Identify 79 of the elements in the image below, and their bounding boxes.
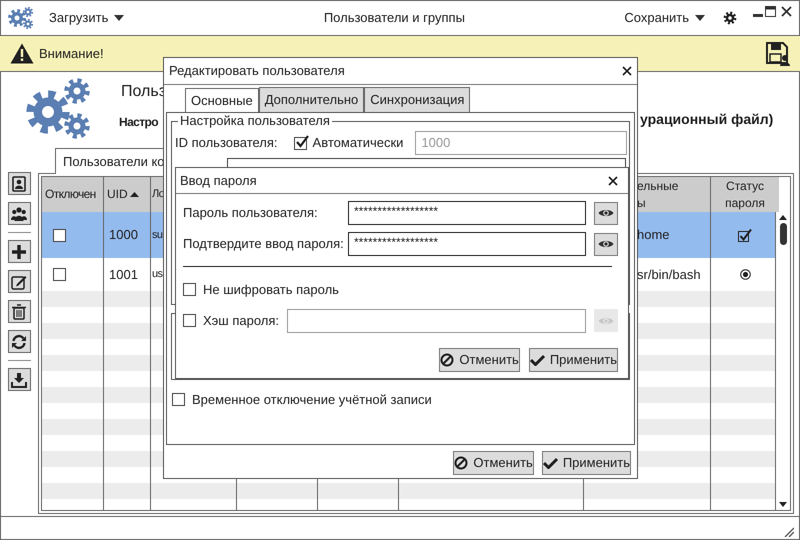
warning-icon bbox=[10, 43, 34, 64]
checkbox[interactable] bbox=[53, 268, 66, 281]
password-field[interactable]: ****************** bbox=[348, 201, 586, 225]
page-subtitle: Настро bbox=[119, 114, 160, 131]
checkbox-label: Временное отключение учётной записи bbox=[192, 391, 432, 409]
prohibited-icon bbox=[454, 456, 468, 470]
tab[interactable]: Основные bbox=[185, 88, 259, 113]
column-header[interactable]: Статус пароля bbox=[711, 178, 779, 212]
column-header: ельные ы bbox=[637, 178, 678, 212]
field-label: Подтвердите ввод пароля: bbox=[183, 235, 345, 254]
trash-button[interactable] bbox=[8, 300, 30, 323]
scrollbar-thumb[interactable] bbox=[780, 223, 786, 245]
close-icon[interactable] bbox=[608, 176, 618, 186]
plus-icon bbox=[11, 244, 27, 260]
tab[interactable]: Синхронизация bbox=[364, 87, 470, 112]
field-label: Пароль пользователя: bbox=[183, 204, 319, 222]
resize-grip-icon[interactable] bbox=[784, 527, 794, 537]
caret-icon bbox=[695, 14, 705, 20]
scrollbar[interactable] bbox=[775, 212, 790, 510]
dialog-title: Редактировать пользователя bbox=[169, 62, 346, 80]
plus-button[interactable] bbox=[8, 240, 30, 263]
refresh-icon bbox=[11, 334, 27, 350]
settings-icon[interactable] bbox=[723, 10, 737, 24]
checkmark-icon bbox=[542, 457, 558, 469]
show-password-button[interactable] bbox=[594, 232, 618, 256]
checkbox[interactable] bbox=[172, 393, 185, 406]
refresh-button[interactable] bbox=[8, 330, 30, 353]
contact-card-button[interactable] bbox=[8, 172, 30, 195]
group-title: Настройка пользователя bbox=[178, 114, 332, 128]
checkbox-label: Хэш пароля: bbox=[203, 312, 280, 330]
prohibited-icon bbox=[440, 352, 454, 366]
checkmark-icon bbox=[530, 354, 545, 366]
close-icon[interactable] bbox=[622, 66, 632, 76]
table-cell-text: sr/bin/bash bbox=[637, 266, 701, 284]
table-cell-text: us bbox=[152, 267, 162, 282]
checkbox-label: Автоматически bbox=[312, 134, 404, 152]
eye-icon bbox=[598, 208, 614, 218]
trash-icon bbox=[11, 304, 27, 320]
maximize-icon[interactable] bbox=[765, 6, 776, 17]
cancel-button[interactable]: Отменить bbox=[439, 348, 520, 372]
table-cell-text: su bbox=[152, 228, 162, 243]
window-title: Пользователи и группы bbox=[324, 8, 465, 27]
table-cell-text: 1000 bbox=[109, 226, 138, 244]
apply-button[interactable]: Применить bbox=[528, 348, 618, 372]
page-subtitle: урационный файл) bbox=[640, 110, 774, 129]
edit-button[interactable] bbox=[8, 270, 30, 293]
dialog-title: Ввод пароля bbox=[180, 172, 258, 190]
caret-icon bbox=[114, 14, 124, 20]
show-password-button[interactable] bbox=[594, 202, 618, 224]
warning-text: Внимание! bbox=[39, 44, 104, 63]
load-menu[interactable]: Загрузить bbox=[49, 8, 124, 28]
apply-button[interactable]: Применить bbox=[542, 451, 631, 475]
save-menu[interactable]: Сохранить bbox=[624, 8, 705, 28]
save-user-icon[interactable] bbox=[766, 42, 790, 66]
checkbox[interactable] bbox=[183, 283, 196, 296]
download-icon bbox=[11, 372, 27, 388]
contact-card-icon bbox=[11, 176, 27, 192]
password-field[interactable]: ****************** bbox=[348, 232, 586, 256]
checkbox[interactable] bbox=[53, 228, 66, 242]
people-icon bbox=[11, 206, 27, 222]
scroll-down-icon[interactable] bbox=[779, 502, 787, 507]
edit-icon bbox=[11, 274, 27, 290]
gears-logo-icon bbox=[8, 6, 34, 30]
scroll-up-icon[interactable] bbox=[779, 215, 787, 220]
checkbox[interactable] bbox=[183, 314, 196, 327]
eye-icon bbox=[598, 316, 614, 326]
checkbox[interactable] bbox=[294, 136, 307, 150]
table-cell-text: home bbox=[637, 226, 670, 244]
input-field[interactable] bbox=[287, 308, 586, 332]
gears-icon bbox=[26, 78, 92, 140]
table-cell-text: 1001 bbox=[109, 266, 138, 284]
people-button[interactable] bbox=[8, 202, 30, 225]
close-icon[interactable] bbox=[781, 6, 792, 17]
checkbox-label: Не шифровать пароль bbox=[203, 281, 339, 299]
tab[interactable]: Дополнительно bbox=[258, 87, 364, 112]
eye-icon bbox=[598, 239, 614, 249]
cancel-button[interactable]: Отменить bbox=[453, 451, 534, 475]
download-button[interactable] bbox=[8, 368, 30, 391]
field-label: ID пользователя: bbox=[175, 134, 278, 152]
